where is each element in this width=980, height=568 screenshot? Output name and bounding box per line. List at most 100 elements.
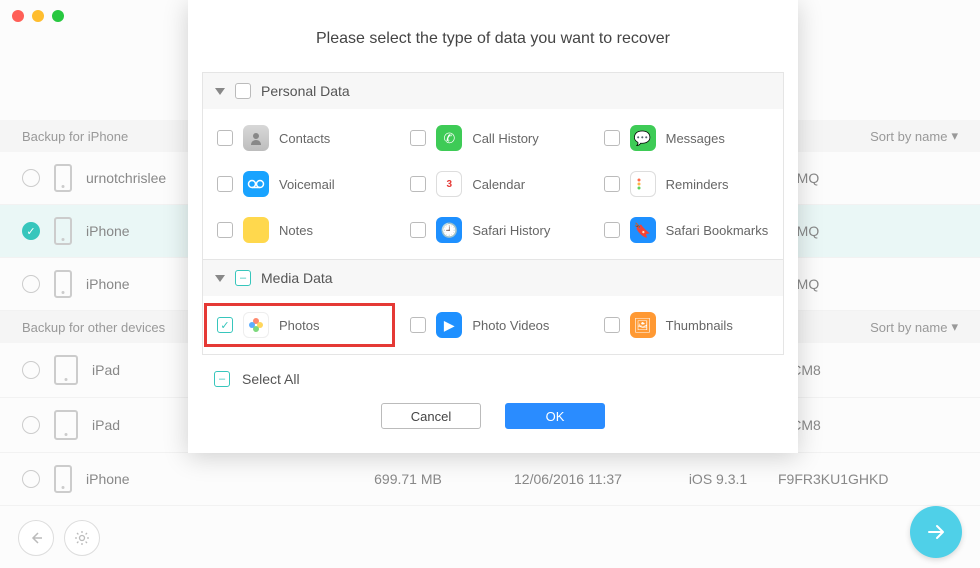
- section-title: Backup for other devices: [22, 320, 165, 335]
- group-header[interactable]: Personal Data: [203, 73, 783, 109]
- radio-icon[interactable]: [22, 361, 40, 379]
- checkbox[interactable]: [410, 130, 426, 146]
- item-photo-videos[interactable]: ▶ Photo Videos: [396, 302, 589, 348]
- iphone-icon: [54, 465, 72, 493]
- minimize-icon[interactable]: [32, 10, 44, 22]
- item-label: Notes: [279, 223, 313, 238]
- item-contacts[interactable]: Contacts: [203, 115, 396, 161]
- checkbox[interactable]: [604, 130, 620, 146]
- voicemail-icon: [243, 171, 269, 197]
- chevron-down-icon: ▾: [951, 128, 958, 144]
- item-photos[interactable]: ✓ Photos: [203, 302, 396, 348]
- messages-icon: 💬: [630, 125, 656, 151]
- checkbox[interactable]: [217, 176, 233, 192]
- ios-version: iOS 9.3.1: [658, 471, 778, 487]
- item-thumbnails[interactable]: 🖼Thumbnails: [590, 302, 783, 348]
- item-label: Contacts: [279, 131, 330, 146]
- checkbox[interactable]: ✓: [217, 317, 233, 333]
- chevron-down-icon: ▾: [951, 319, 958, 335]
- checkbox[interactable]: [235, 83, 251, 99]
- checkbox[interactable]: [217, 130, 233, 146]
- calendar-icon: 3: [436, 171, 462, 197]
- ipad-icon: [54, 410, 78, 440]
- group-label: Media Data: [261, 270, 333, 286]
- disclosure-triangle-icon: [215, 275, 225, 282]
- item-reminders[interactable]: Reminders: [590, 161, 783, 207]
- checkbox[interactable]: [604, 317, 620, 333]
- checkbox[interactable]: [410, 176, 426, 192]
- window-controls: [12, 10, 64, 22]
- sort-by-name[interactable]: Sort by name▾: [870, 128, 958, 144]
- serial: G5MQ: [778, 223, 958, 239]
- item-calendar[interactable]: 3 Calendar: [396, 161, 589, 207]
- group-label: Personal Data: [261, 83, 350, 99]
- serial: (FCM8: [778, 417, 958, 433]
- item-label: Call History: [472, 131, 538, 146]
- serial: G5MQ: [778, 170, 958, 186]
- select-all-row[interactable]: – Select All: [188, 355, 798, 395]
- settings-button[interactable]: [64, 520, 100, 556]
- checkbox[interactable]: [410, 317, 426, 333]
- recover-type-modal: Please select the type of data you want …: [188, 0, 798, 453]
- item-label: Calendar: [472, 177, 525, 192]
- backup-row[interactable]: iPhone 699.71 MB 12/06/2016 11:37 iOS 9.…: [0, 453, 980, 506]
- ok-button[interactable]: OK: [505, 403, 605, 429]
- radio-icon[interactable]: [22, 275, 40, 293]
- phone-icon: ✆: [436, 125, 462, 151]
- item-notes[interactable]: Notes: [203, 207, 396, 253]
- reminders-icon: [630, 171, 656, 197]
- section-title: Backup for iPhone: [22, 129, 128, 144]
- group-media: – Media Data ✓ Photos ▶ Photo Videos 🖼Thum…: [202, 260, 784, 355]
- item-call-history[interactable]: ✆ Call History: [396, 115, 589, 161]
- checkbox[interactable]: [604, 222, 620, 238]
- item-label: Safari History: [472, 223, 550, 238]
- item-label: Photo Videos: [472, 318, 549, 333]
- device-name: iPhone: [86, 471, 338, 487]
- item-label: Messages: [666, 131, 725, 146]
- serial: F9FR3KU1GHKD: [778, 471, 958, 487]
- checkbox[interactable]: [217, 222, 233, 238]
- disclosure-triangle-icon: [215, 88, 225, 95]
- checkbox[interactable]: –: [235, 270, 251, 286]
- backup-date: 12/06/2016 11:37: [478, 471, 658, 487]
- notes-icon: [243, 217, 269, 243]
- serial: G5MQ: [778, 276, 958, 292]
- iphone-icon: [54, 217, 72, 245]
- item-label: Photos: [279, 318, 319, 333]
- radio-icon[interactable]: [22, 470, 40, 488]
- item-safari-bookmarks[interactable]: 🔖 Safari Bookmarks: [590, 207, 783, 253]
- iphone-icon: [54, 164, 72, 192]
- radio-icon[interactable]: [22, 169, 40, 187]
- item-voicemail[interactable]: Voicemail: [203, 161, 396, 207]
- zoom-icon[interactable]: [52, 10, 64, 22]
- iphone-icon: [54, 270, 72, 298]
- contacts-icon: [243, 125, 269, 151]
- close-icon[interactable]: [12, 10, 24, 22]
- safari-bookmarks-icon: 🔖: [630, 217, 656, 243]
- radio-icon[interactable]: [22, 416, 40, 434]
- item-messages[interactable]: 💬 Messages: [590, 115, 783, 161]
- item-label: Safari Bookmarks: [666, 223, 769, 238]
- item-label: Reminders: [666, 177, 729, 192]
- checkbox[interactable]: –: [214, 371, 230, 387]
- select-all-label: Select All: [242, 371, 300, 387]
- checkbox[interactable]: [604, 176, 620, 192]
- sort-by-name[interactable]: Sort by name▾: [870, 319, 958, 335]
- safari-history-icon: 🕘: [436, 217, 462, 243]
- item-label: Voicemail: [279, 177, 335, 192]
- backup-size: 699.71 MB: [338, 471, 478, 487]
- radio-icon[interactable]: ✓: [22, 222, 40, 240]
- photo-videos-icon: ▶: [436, 312, 462, 338]
- checkbox[interactable]: [410, 222, 426, 238]
- next-button[interactable]: [910, 506, 962, 558]
- thumbnails-icon: 🖼: [630, 312, 656, 338]
- button-row: Cancel OK: [188, 395, 798, 437]
- back-button[interactable]: [18, 520, 54, 556]
- modal-title: Please select the type of data you want …: [188, 0, 798, 72]
- ipad-icon: [54, 355, 78, 385]
- group-header[interactable]: – Media Data: [203, 260, 783, 296]
- item-safari-history[interactable]: 🕘 Safari History: [396, 207, 589, 253]
- serial: (FCM8: [778, 362, 958, 378]
- cancel-button[interactable]: Cancel: [381, 403, 481, 429]
- photos-icon: [243, 312, 269, 338]
